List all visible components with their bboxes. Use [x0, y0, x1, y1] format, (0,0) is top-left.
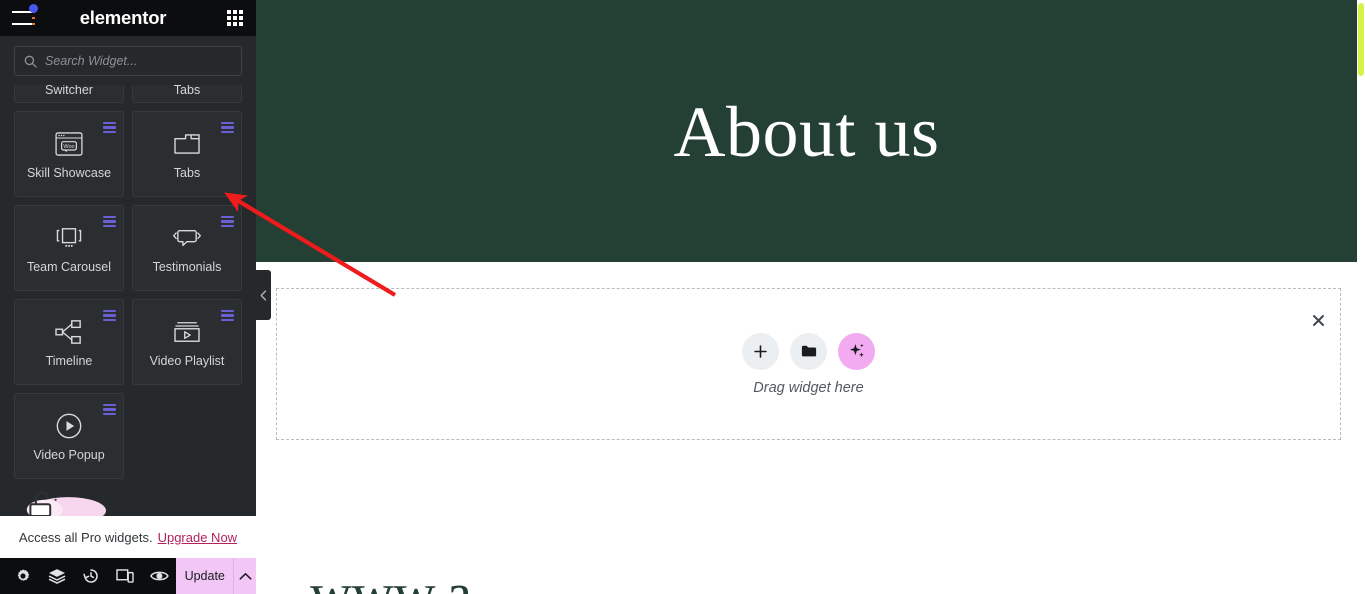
responsive-mode-button[interactable] [108, 558, 142, 594]
canvas-scrollbar-thumb[interactable] [1358, 3, 1364, 76]
footer-icon-group [0, 558, 176, 594]
search-input[interactable] [45, 54, 232, 68]
widget-list-scroll[interactable]: Switcher Pricing Table Tabs [0, 85, 256, 516]
svg-text:Woo: Woo [63, 143, 74, 149]
widget-label: Tabs [173, 165, 201, 180]
widget-drag-handle[interactable] [103, 310, 116, 321]
plus-icon [754, 344, 767, 358]
woo-browser-icon: Woo [55, 129, 83, 159]
navigator-layers-icon [48, 569, 66, 584]
widget-drag-handle[interactable] [103, 122, 116, 133]
panel-header: elementor [0, 0, 256, 36]
page-title: About us [673, 92, 940, 172]
menu-button[interactable] [0, 0, 46, 36]
widget-label: Switcher [45, 85, 93, 97]
search-container [0, 36, 256, 85]
widget-label: Timeline [45, 353, 93, 368]
video-popup-play-icon [55, 411, 83, 441]
ai-generate-button[interactable] [838, 332, 875, 370]
timeline-nodes-icon [55, 317, 83, 347]
widget-card-video-playlist[interactable]: Video Playlist [132, 299, 242, 385]
widget-card-switcher[interactable]: Switcher [14, 85, 124, 103]
widget-drag-handle[interactable] [221, 122, 234, 133]
update-options-button[interactable] [233, 558, 256, 594]
close-x-icon [1312, 314, 1324, 326]
responsive-mode-icon [116, 569, 134, 583]
apps-grid-button[interactable] [214, 0, 256, 36]
widget-card-tabs[interactable]: Tabs [132, 111, 242, 197]
widget-card-timeline[interactable]: Timeline [14, 299, 124, 385]
widget-card-video-popup[interactable]: Video Popup [14, 393, 124, 479]
upgrade-now-link[interactable]: Upgrade Now [158, 530, 238, 545]
widget-card-testimonials[interactable]: Testimonials [132, 205, 242, 291]
editor-root: About us Drag widget here www.a elemento… [0, 0, 1365, 594]
panel-collapse-handle[interactable] [256, 270, 271, 320]
chevron-left-icon [260, 289, 267, 301]
widget-drag-handle[interactable] [103, 216, 116, 227]
folder-icon [801, 345, 816, 357]
hamburger-menu-icon [12, 10, 35, 26]
apps-grid-icon [227, 10, 243, 26]
settings-gear-icon [17, 569, 30, 581]
widget-drag-handle[interactable] [103, 404, 116, 415]
video-playlist-icon [172, 317, 202, 347]
navigator-button[interactable] [40, 558, 74, 594]
next-section-heading-partial: www.a [310, 561, 473, 594]
add-element-button[interactable] [742, 332, 779, 370]
drop-zone-label: Drag widget here [753, 379, 864, 396]
update-button[interactable]: Update [176, 558, 234, 594]
close-section-button[interactable] [1307, 309, 1329, 331]
widget-label: Testimonials [152, 259, 222, 274]
promo-decoration-graphic [26, 491, 106, 516]
widget-label: Video Playlist [149, 353, 225, 368]
widget-label: Video Popup [33, 447, 105, 462]
testimonials-quote-icon [172, 223, 202, 253]
pro-upgrade-banner: Access all Pro widgets. Upgrade Now [0, 516, 256, 558]
chevron-up-icon [239, 572, 252, 580]
pro-upgrade-text: Access all Pro widgets. [18, 529, 153, 545]
widget-label: Skill Showcase [26, 165, 112, 180]
panel-footer-toolbar: Update [0, 558, 256, 594]
elementor-widget-panel: elementor Switcher [0, 0, 256, 594]
ai-sparkle-icon [849, 343, 864, 358]
widget-drag-handle[interactable] [221, 310, 234, 321]
settings-button[interactable] [6, 558, 40, 594]
widget-label: Pricing Table Tabs [173, 85, 201, 97]
elementor-logo-text: elementor [79, 7, 167, 28]
drop-zone-content: Drag widget here [277, 289, 1340, 439]
drop-zone-button-row [742, 332, 875, 370]
canvas-scrollbar[interactable] [1357, 0, 1365, 594]
widget-card-pricing-table-tabs[interactable]: Pricing Table Tabs [132, 85, 242, 103]
search-icon [24, 55, 37, 68]
widget-grid: Switcher Pricing Table Tabs [14, 85, 242, 479]
notification-dot [29, 4, 38, 13]
widget-drag-handle[interactable] [221, 216, 234, 227]
history-icon [83, 569, 98, 583]
preview-button[interactable] [142, 558, 176, 594]
tabs-folder-icon [173, 129, 201, 159]
search-box[interactable] [14, 46, 242, 76]
team-carousel-icon [54, 223, 84, 253]
widget-card-team-carousel[interactable]: Team Carousel [14, 205, 124, 291]
history-button[interactable] [74, 558, 108, 594]
widget-card-skill-showcase[interactable]: Woo Skill Showcase [14, 111, 124, 197]
preview-eye-icon [149, 571, 169, 581]
empty-drop-zone[interactable]: Drag widget here [276, 288, 1341, 440]
widget-label: Team Carousel [26, 259, 112, 274]
add-template-button[interactable] [790, 332, 827, 370]
